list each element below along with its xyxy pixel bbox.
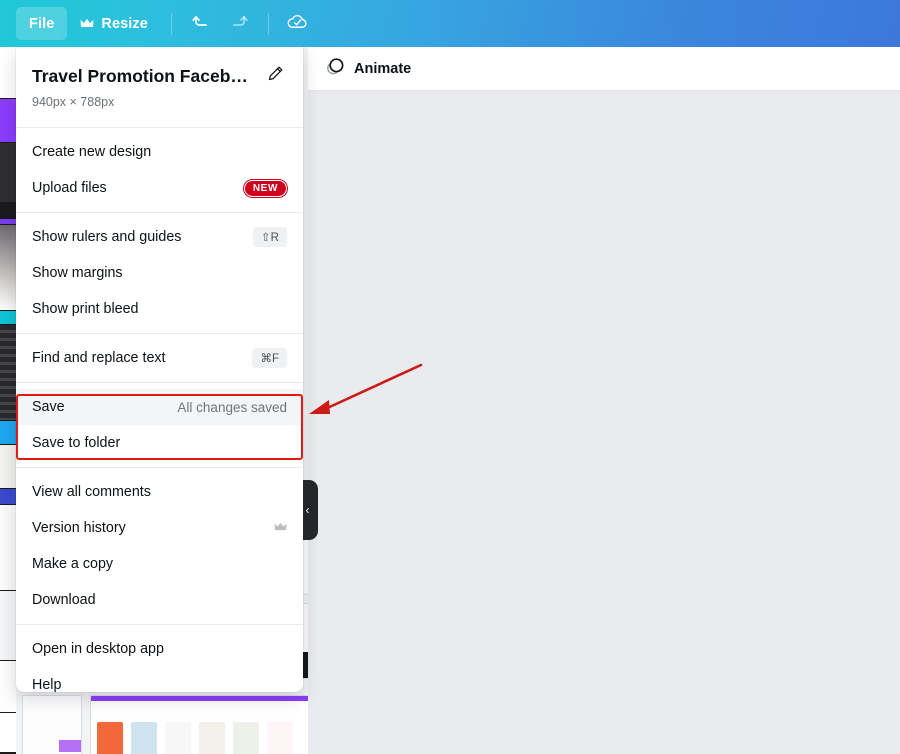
menu-item-label: View all comments [32,484,151,500]
toolbar-divider [170,12,172,35]
file-dropdown-menu[interactable]: Travel Promotion Facebook… 940px × 788px… [16,47,303,692]
design-dimensions: 940px × 788px [32,95,115,109]
rail-thumbnail[interactable] [0,225,16,311]
menu-item-show-print-bleed[interactable]: Show print bleed [16,291,303,327]
file-menu-label: File [29,15,55,32]
rail-thumbnail[interactable] [0,713,16,753]
menu-item-accessory: ⌘F [252,348,287,368]
menu-item-label: Save [32,399,65,415]
menu-item-label: Help [32,677,62,692]
rail-thumbnail[interactable] [0,47,16,99]
new-badge: NEW [243,179,287,197]
rail-thumbnail[interactable] [0,445,16,489]
rail-thumbnail[interactable] [0,591,16,661]
animate-label: Animate [354,60,412,77]
rail-thumbnail[interactable] [0,489,16,505]
menu-item-open-in-desktop-app[interactable]: Open in desktop app [16,631,303,667]
toolbar-divider [267,12,269,35]
animate-button[interactable]: Animate [316,53,421,85]
menu-item-label: Upload files [32,180,107,196]
undo-button[interactable] [182,7,220,40]
menu-item-download[interactable]: Download [16,582,303,618]
menu-item-accessory: All changes saved [177,400,287,415]
menu-group: View all comments Version history Make a… [16,467,303,624]
menu-item-find-and-replace-text[interactable]: Find and replace text ⌘F [16,340,303,376]
rail-thumbnail[interactable] [0,99,16,143]
pencil-icon [267,65,284,87]
rail-thumbnail[interactable] [0,421,16,445]
menu-item-show-rulers-and-guides[interactable]: Show rulers and guides ⇧R [16,219,303,255]
menu-item-label: Create new design [32,144,152,160]
menu-item-label: Show rulers and guides [32,229,182,245]
menu-item-label: Save to folder [32,435,121,451]
shortcut-pill: ⇧R [253,227,287,247]
template-thumbnail[interactable] [90,695,308,754]
menu-item-label: Find and replace text [32,350,166,366]
rename-design-button[interactable] [263,64,287,88]
menu-item-accessory [274,522,287,534]
top-toolbar: File Resize [0,0,900,47]
menu-item-version-history[interactable]: Version history [16,510,303,546]
menu-item-label: Make a copy [32,556,114,572]
cloud-save-status-button[interactable] [279,7,317,40]
menu-item-label: Version history [32,520,126,536]
canvas-toolbar: Animate [308,47,900,91]
menu-item-label: Show print bleed [32,301,139,317]
pro-crown-icon [274,522,287,534]
menu-item-show-margins[interactable]: Show margins [16,255,303,291]
rail-thumbnail[interactable] [0,325,16,421]
menu-group: Show rulers and guides ⇧R Show margins S… [16,212,303,333]
menu-group-save: Save All changes saved Save to folder [16,382,303,467]
shortcut-pill: ⌘F [252,348,287,368]
menu-group: Find and replace text ⌘F [16,333,303,382]
rail-thumbnail[interactable] [0,311,16,325]
menu-item-accessory: NEW [243,179,287,197]
menu-group: Open in desktop app Help [16,624,303,692]
rail-thumbnail[interactable] [0,143,16,203]
template-thumbnail[interactable] [22,695,82,754]
menu-item-upload-files[interactable]: Upload files NEW [16,170,303,206]
cloud-saved-icon [286,10,309,38]
resize-button[interactable]: Resize [67,7,161,40]
menu-item-make-a-copy[interactable]: Make a copy [16,546,303,582]
design-canvas-area: Animate [308,47,900,754]
menu-group: Create new design Upload files NEW [16,128,303,212]
file-menu-header: Travel Promotion Facebook… 940px × 788px [16,47,303,118]
undo-arrow-icon [191,11,211,36]
menu-item-accessory: ⇧R [253,227,287,247]
animate-circle-icon [326,57,345,80]
rail-thumbnail[interactable] [0,661,16,713]
redo-arrow-icon [229,11,249,36]
canva-editor-window: Animate Page 2 - Add page title DH STUDI… [0,0,900,754]
resize-label: Resize [101,15,148,32]
menu-item-help[interactable]: Help [16,667,303,692]
redo-button[interactable] [220,7,258,40]
chevron-left-icon: ‹ [305,503,310,517]
menu-item-label: Download [32,592,96,608]
file-menu-button[interactable]: File [16,7,68,40]
menu-item-save-to-folder[interactable]: Save to folder [16,425,303,461]
rail-thumbnail[interactable] [0,505,16,591]
rail-thumbnail[interactable] [0,203,16,219]
menu-item-save[interactable]: Save All changes saved [16,389,303,425]
crown-icon [80,18,94,29]
design-title[interactable]: Travel Promotion Facebook… [32,66,255,87]
left-thumbnail-rail[interactable] [0,47,16,754]
menu-item-label: Show margins [32,265,123,281]
menu-item-view-all-comments[interactable]: View all comments [16,474,303,510]
menu-item-label: Open in desktop app [32,641,164,657]
save-status-text: All changes saved [177,399,287,415]
menu-item-create-new-design[interactable]: Create new design [16,134,303,170]
